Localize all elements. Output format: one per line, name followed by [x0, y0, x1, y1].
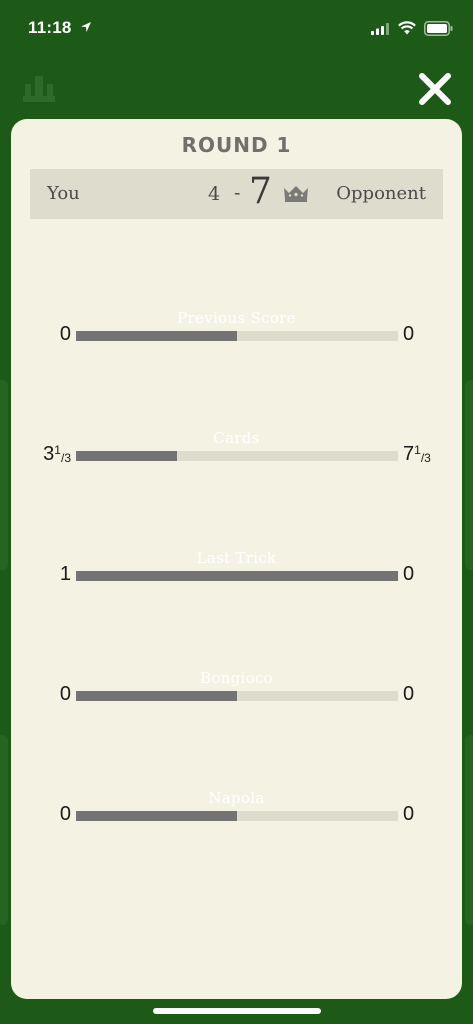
- value-numerator: 1: [54, 443, 61, 457]
- row-value-opponent: 0: [403, 683, 415, 705]
- row-label: Last Trick: [196, 549, 277, 567]
- side-panel-edge: [0, 380, 8, 570]
- side-panel-edge: [0, 735, 8, 925]
- score-separator: -: [234, 182, 241, 204]
- row-progress-bar: [76, 571, 398, 581]
- close-button[interactable]: [416, 70, 454, 108]
- row-progress-fill: [76, 331, 237, 341]
- crown-icon: [23, 76, 55, 102]
- row-label: Bongioco: [200, 669, 273, 687]
- row-label: Napola: [208, 789, 265, 807]
- score-header: You 4 - 7 Opponent: [30, 169, 443, 219]
- row-value-you: 0: [59, 323, 71, 345]
- value-whole: 7: [403, 443, 415, 465]
- score-row-last-trick: Last Trick 1 0: [11, 549, 462, 609]
- value-numerator: 1: [414, 443, 421, 457]
- value-denominator: 3: [64, 451, 71, 465]
- row-value-opponent: 0: [403, 803, 415, 825]
- row-value-you: 0: [59, 803, 71, 825]
- row-progress-bar: [76, 451, 398, 461]
- side-panel-edge: [465, 735, 473, 925]
- value-denominator: 3: [424, 451, 431, 465]
- player-you-label: You: [47, 183, 80, 204]
- side-panel-edge: [465, 380, 473, 570]
- score-row-bongioco: Bongioco 0 0: [11, 669, 462, 729]
- crown-icon: [284, 186, 308, 202]
- location-arrow-icon: [81, 22, 91, 32]
- cellular-signal-icon: [371, 23, 389, 35]
- row-label: Cards: [213, 429, 260, 447]
- row-progress-bar: [76, 811, 398, 821]
- row-progress-fill: [76, 691, 237, 701]
- home-indicator[interactable]: [153, 1008, 321, 1014]
- row-progress-fill: [76, 811, 237, 821]
- round-score-card: ROUND 1 You 4 - 7 Opponent Previous Scor…: [11, 119, 462, 999]
- row-progress-fill: [76, 451, 177, 461]
- score-row-napola: Napola 0 0: [11, 789, 462, 849]
- score-opponent: 7: [249, 171, 272, 212]
- battery-icon: [424, 21, 453, 36]
- row-value-opponent: 71/3: [403, 443, 431, 466]
- score-row-previous-score: Previous Score 0 0: [11, 309, 462, 369]
- status-bar: 11:18: [0, 0, 473, 56]
- row-value-opponent: 0: [403, 323, 415, 345]
- wifi-icon: [398, 21, 416, 35]
- value-whole: 3: [43, 443, 55, 465]
- row-label: Previous Score: [177, 309, 296, 327]
- score-you: 4: [208, 183, 221, 205]
- row-value-you: 1: [59, 563, 71, 585]
- row-value-opponent: 0: [403, 563, 415, 585]
- row-progress-fill: [76, 571, 398, 581]
- row-progress-bar: [76, 331, 398, 341]
- score-row-cards: Cards 31/3 71/3: [11, 429, 462, 489]
- status-time: 11:18: [28, 18, 72, 37]
- row-value-you: 31/3: [43, 443, 71, 466]
- row-value-you: 0: [59, 683, 71, 705]
- row-progress-bar: [76, 691, 398, 701]
- player-opponent-label: Opponent: [336, 183, 426, 204]
- round-title: ROUND 1: [181, 133, 292, 157]
